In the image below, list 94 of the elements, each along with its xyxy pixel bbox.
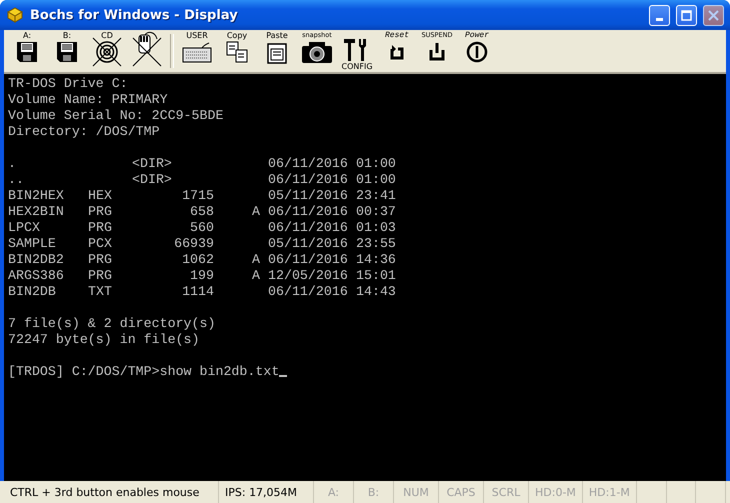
close-button[interactable] bbox=[703, 4, 724, 26]
file-time: 01:00 bbox=[356, 156, 396, 172]
maximize-icon bbox=[681, 10, 692, 20]
file-attribute: A bbox=[252, 204, 261, 220]
toolbar-button[interactable]: USER bbox=[180, 31, 214, 71]
toolbar-label: CD bbox=[101, 31, 113, 40]
camera-icon bbox=[301, 40, 333, 64]
toolbar-button[interactable]: CD bbox=[90, 31, 124, 71]
file-time: 23:41 bbox=[356, 188, 396, 204]
text-cursor bbox=[279, 375, 288, 377]
file-extension: PRG bbox=[88, 268, 113, 284]
status-indicator: A: bbox=[314, 481, 354, 503]
file-date: 06/11/2016 bbox=[268, 252, 349, 268]
file-size: 560 bbox=[189, 220, 214, 236]
copy-pages-icon bbox=[225, 40, 249, 64]
app-icon bbox=[6, 6, 24, 24]
maximize-button[interactable] bbox=[676, 4, 697, 26]
minimize-button[interactable] bbox=[649, 4, 670, 26]
toolbar-button[interactable]: Power bbox=[460, 31, 494, 71]
file-extension: PRG bbox=[88, 252, 113, 268]
file-extension: HEX bbox=[88, 188, 113, 204]
file-time: 14:43 bbox=[356, 284, 396, 300]
toolbar-label: CONFIG bbox=[341, 62, 373, 71]
file-date: 05/11/2016 bbox=[268, 188, 349, 204]
toolbar-label: Copy bbox=[226, 31, 248, 40]
toolbar-label: Paste bbox=[266, 31, 288, 40]
file-date: 12/05/2016 bbox=[268, 268, 349, 284]
status-indicator: NUM bbox=[394, 481, 439, 503]
toolbar-button[interactable]: Paste bbox=[260, 31, 294, 71]
file-name: .. bbox=[8, 172, 25, 188]
status-indicator: CAPS bbox=[439, 481, 484, 503]
file-name: LPCX bbox=[8, 220, 41, 236]
status-indicator: CTRL + 3rd button enables mouse bbox=[4, 481, 219, 503]
status-indicator: HD:0-M bbox=[529, 481, 583, 503]
file-time: 23:55 bbox=[356, 236, 396, 252]
file-name: BIN2HEX bbox=[8, 188, 65, 204]
file-size: 66939 bbox=[173, 236, 214, 252]
file-size: 1114 bbox=[181, 284, 214, 300]
toolbar-button[interactable]: B: bbox=[50, 31, 84, 71]
file-extension: PRG bbox=[88, 204, 113, 220]
file-size: 658 bbox=[189, 204, 214, 220]
file-name: . bbox=[8, 156, 17, 172]
file-name: ARGS386 bbox=[8, 268, 65, 284]
console-line: Volume Name: PRIMARY bbox=[8, 92, 169, 108]
file-date: 06/11/2016 bbox=[268, 172, 349, 188]
file-name: BIN2DB bbox=[8, 284, 57, 300]
file-size: <DIR> bbox=[131, 172, 173, 188]
file-time: 15:01 bbox=[356, 268, 396, 284]
console-line: Directory: /DOS/TMP bbox=[8, 124, 161, 140]
command-prompt: [TRDOS] C:/DOS/TMP> bbox=[8, 364, 160, 379]
keyboard-icon bbox=[182, 40, 212, 64]
file-time: 01:03 bbox=[356, 220, 396, 236]
file-attribute: A bbox=[252, 268, 261, 284]
file-time: 00:37 bbox=[356, 204, 396, 220]
file-extension: PCX bbox=[88, 236, 113, 252]
file-size: 199 bbox=[189, 268, 214, 284]
status-indicator: IPS: 17,054M bbox=[219, 481, 314, 503]
console-line: Volume Serial No: 2CC9-5BDE bbox=[8, 108, 224, 124]
toolbar-button[interactable]: A: bbox=[10, 31, 44, 71]
minimize-icon bbox=[656, 18, 663, 20]
toolbar-button[interactable]: CONFIG bbox=[340, 31, 374, 71]
status-indicator: HD:1-M bbox=[582, 481, 637, 503]
file-extension: TXT bbox=[88, 284, 113, 300]
close-icon bbox=[708, 10, 719, 20]
file-date: 06/11/2016 bbox=[268, 156, 349, 172]
toolbar-label: A: bbox=[22, 31, 32, 40]
file-name: BIN2DB2 bbox=[8, 252, 65, 268]
toolbar-button[interactable]: Reset bbox=[380, 31, 414, 71]
file-date: 06/11/2016 bbox=[268, 220, 349, 236]
status-indicator: SCRL bbox=[484, 481, 529, 503]
file-name: HEX2BIN bbox=[8, 204, 65, 220]
console-line: 7 file(s) & 2 directory(s) bbox=[8, 316, 216, 332]
window-title: Bochs for Windows - Display bbox=[30, 8, 239, 22]
file-size: 1062 bbox=[181, 252, 214, 268]
console-line: 72247 byte(s) in file(s) bbox=[8, 332, 201, 348]
file-name: SAMPLE bbox=[8, 236, 57, 252]
file-time: 14:36 bbox=[356, 252, 396, 268]
command-text: show bin2db.txt bbox=[160, 364, 280, 379]
console-line: TR-DOS Drive C: bbox=[8, 76, 129, 92]
file-attribute: A bbox=[252, 252, 261, 268]
status-indicator: B: bbox=[354, 481, 394, 503]
toolbar-button[interactable]: Copy bbox=[220, 31, 254, 71]
file-extension: PRG bbox=[88, 220, 113, 236]
file-date: 05/11/2016 bbox=[268, 236, 349, 252]
toolbar-label: B: bbox=[62, 31, 72, 40]
file-size: <DIR> bbox=[131, 156, 173, 172]
file-date: 06/11/2016 bbox=[268, 204, 349, 220]
power-icon bbox=[465, 40, 489, 64]
toolbar-label: Power bbox=[464, 31, 489, 40]
file-time: 01:00 bbox=[356, 172, 396, 188]
file-size: 1715 bbox=[181, 188, 214, 204]
file-date: 06/11/2016 bbox=[268, 284, 349, 300]
toolbar-label: Reset bbox=[384, 31, 409, 40]
toolbar-label: USER bbox=[186, 31, 208, 40]
